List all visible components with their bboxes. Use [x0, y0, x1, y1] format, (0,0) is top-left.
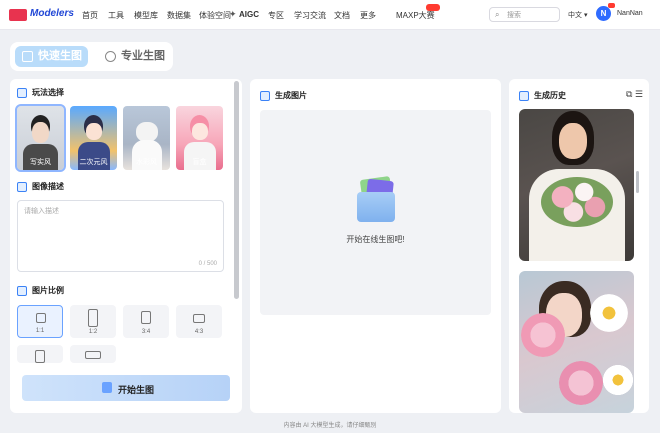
ratio-3-4[interactable]: 3:4	[123, 305, 169, 338]
style-label: 盲盒	[192, 159, 207, 166]
empty-folder-icon	[357, 176, 395, 224]
history-image-1[interactable]	[519, 109, 634, 261]
search-icon: ⌕	[495, 10, 500, 19]
style-label: 二次元风	[79, 159, 108, 166]
avatar[interactable]: N	[596, 6, 611, 21]
tab-fast-generate[interactable]: 快速生图	[15, 46, 88, 67]
empty-state-text: 开始在线生图吧!	[346, 235, 405, 244]
wide-rect-icon	[85, 351, 101, 359]
style-anime[interactable]: 二次元风	[70, 106, 117, 170]
nav-tools[interactable]: 工具	[108, 10, 124, 21]
play-icon	[17, 88, 27, 98]
nav-models[interactable]: 模型库	[134, 10, 158, 21]
history-panel: 生成历史 ⧉ ☰	[509, 79, 649, 413]
text-icon	[17, 182, 27, 192]
prompt-textarea[interactable]: 请输入描述 0 / 500	[17, 200, 224, 272]
image-icon	[260, 91, 270, 101]
image-bouquet	[541, 177, 613, 227]
style-realistic[interactable]: 写实风	[15, 104, 66, 172]
result-panel: 生成图片 开始在线生图吧!	[250, 79, 501, 413]
list-icon[interactable]: ☰	[635, 89, 643, 99]
nav-aigc[interactable]: AIGC	[239, 10, 259, 19]
language-select[interactable]: 中文 ▾	[568, 10, 587, 20]
image-icon	[22, 51, 33, 62]
left-scrollbar[interactable]	[234, 81, 239, 299]
nav-learning[interactable]: 学习交流	[294, 10, 326, 21]
image-flower	[601, 363, 634, 397]
generate-button[interactable]: 开始生图	[22, 375, 230, 401]
style-watercolor[interactable]: 水彩风	[123, 106, 170, 170]
disclaimer-text: 内容由 AI 大模型生成，请仔细甄别	[283, 423, 377, 429]
portrait-face	[32, 122, 49, 143]
history-actions: ⧉ ☰	[626, 89, 643, 100]
folder-front	[357, 192, 395, 222]
username[interactable]: NanNan	[617, 10, 643, 17]
tall-rect-icon	[88, 309, 98, 327]
prompt-placeholder: 请输入描述	[24, 208, 59, 215]
ratio-more-1[interactable]	[17, 345, 63, 363]
history-scrollbar[interactable]	[636, 171, 639, 193]
char-counter: 0 / 500	[198, 261, 217, 267]
settings-panel: 玩法选择 写实风 二次元风 水彩风 盲盒 图像描述 请输入描述 0 / 500 …	[10, 79, 242, 413]
result-canvas: 开始在线生图吧!	[260, 110, 491, 315]
nav-maxp[interactable]: MAXP大赛	[396, 10, 435, 21]
search-placeholder: 搜索	[507, 12, 521, 19]
cat-face	[136, 122, 158, 142]
copy-icon[interactable]: ⧉	[626, 89, 632, 99]
ratio-icon	[17, 286, 27, 296]
tab-pro-generate[interactable]: 专业生图	[98, 46, 170, 67]
nav-zone[interactable]: 专区	[268, 10, 284, 21]
ratio-more-2[interactable]	[70, 345, 116, 363]
nav-spaces[interactable]: 体验空间	[199, 10, 231, 21]
top-navbar: Modelers 首页 工具 模型库 数据集 体验空间 ✦ AIGC 专区 学习…	[0, 0, 660, 30]
image-flower	[559, 361, 603, 405]
history-icon	[519, 91, 529, 101]
tall-rect-icon	[35, 350, 45, 363]
style-label: 水彩风	[136, 159, 157, 166]
image-flower	[587, 291, 631, 335]
image-face	[559, 123, 587, 159]
search-input[interactable]: ⌕ 搜索	[489, 7, 560, 22]
hot-badge	[426, 4, 440, 11]
nav-home[interactable]: 首页	[82, 10, 98, 21]
palette-icon	[105, 51, 116, 62]
image-flower	[521, 313, 565, 357]
logo-mark-icon	[9, 9, 27, 21]
logo-text: Modelers	[30, 8, 74, 19]
style-label: 写实风	[30, 159, 51, 166]
style-blindbox[interactable]: 盲盒	[176, 106, 223, 170]
nav-datasets[interactable]: 数据集	[167, 10, 191, 21]
nav-more[interactable]: 更多	[360, 10, 376, 21]
portrait-rect-icon	[141, 311, 151, 324]
notification-badge	[608, 3, 615, 8]
sparkle-icon: ✦	[229, 9, 237, 19]
landscape-rect-icon	[193, 314, 205, 323]
nav-docs[interactable]: 文档	[334, 10, 350, 21]
square-icon	[36, 313, 46, 323]
ratio-4-3[interactable]: 4:3	[176, 305, 222, 338]
modelers-logo[interactable]: Modelers	[9, 8, 74, 22]
history-image-2[interactable]	[519, 271, 634, 413]
ratio-1-1[interactable]: 1:1	[17, 305, 63, 338]
portrait-face	[192, 123, 208, 140]
generate-icon	[102, 382, 112, 393]
portrait-face	[86, 123, 102, 140]
ratio-1-2[interactable]: 1:2	[70, 305, 116, 338]
mode-switch: 快速生图 专业生图	[10, 42, 173, 71]
